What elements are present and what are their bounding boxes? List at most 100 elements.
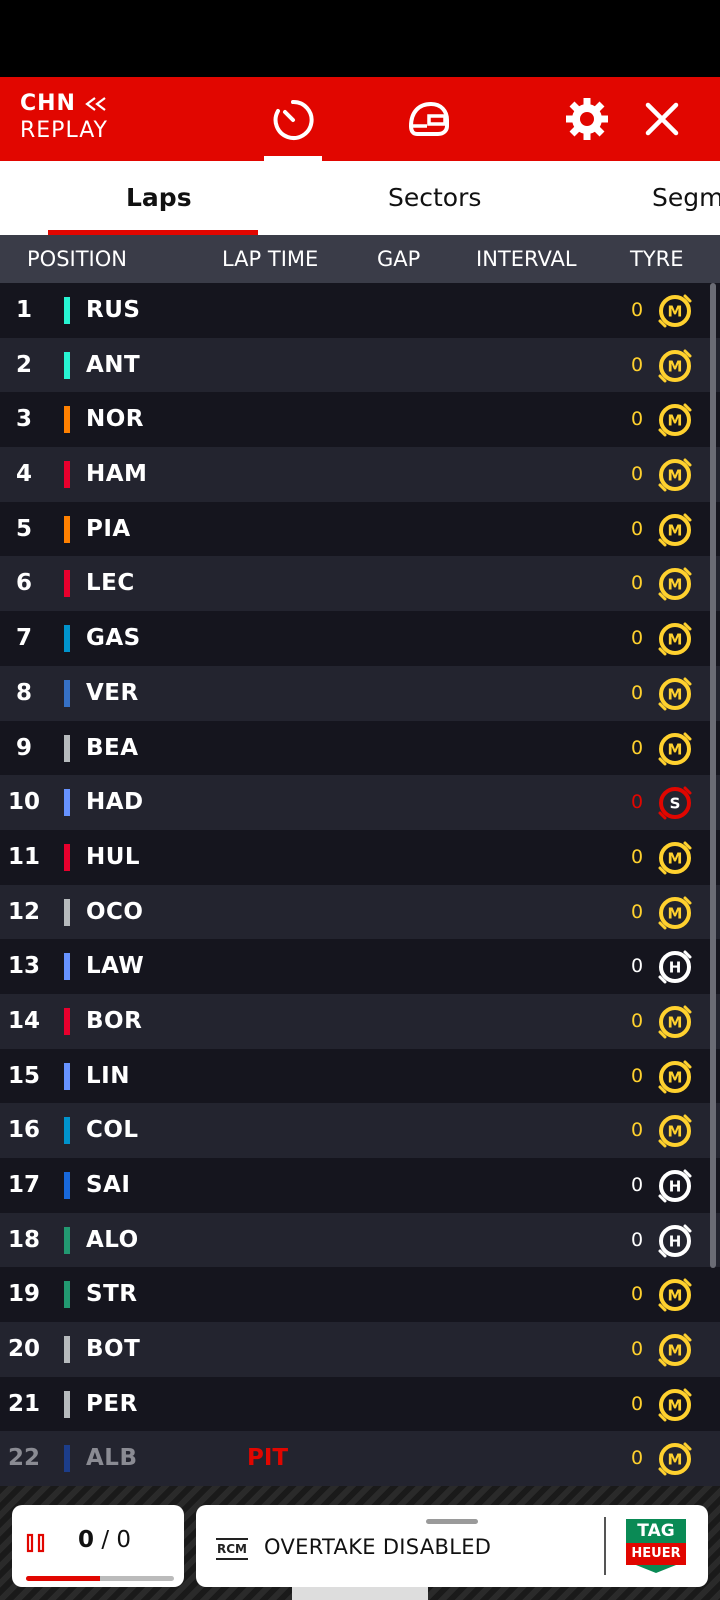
table-row[interactable]: 12 OCO 0 M (0, 884, 720, 940)
team-color-bar (64, 1390, 70, 1418)
position: 14 (7, 1007, 40, 1034)
tyre-icon: M (658, 841, 692, 875)
tab-laps[interactable]: Laps (126, 161, 192, 235)
tyre-compound: M (668, 904, 683, 922)
lap-count: 0 / 0 (78, 1527, 131, 1553)
position: 13 (7, 953, 40, 980)
replay-progress-bar[interactable] (26, 1576, 174, 1581)
table-row[interactable]: 15 LIN 0 M (0, 1048, 720, 1104)
position: 22 (7, 1445, 40, 1472)
scrollbar[interactable] (710, 283, 716, 1268)
tyre-icon: M (658, 513, 692, 547)
tyre-laps: 0 (630, 845, 644, 868)
tyre-icon: S (658, 786, 692, 820)
tyre-laps: 0 (630, 791, 644, 814)
tyre-laps: 0 (630, 517, 644, 540)
position: 12 (7, 898, 40, 925)
table-row[interactable]: 9 BEA 0 M (0, 720, 720, 776)
tyre-icon: M (658, 677, 692, 711)
settings-button[interactable] (563, 95, 611, 143)
replay-progress-fill (26, 1576, 100, 1581)
close-button[interactable] (638, 95, 686, 143)
tab-segments[interactable]: Segm (652, 161, 720, 235)
table-row[interactable]: 7 GAS 0 M (0, 611, 720, 666)
position: 11 (7, 843, 40, 870)
pause-icon[interactable] (26, 1533, 46, 1553)
table-row[interactable]: 22 ALB PIT 0 M (0, 1431, 720, 1487)
tyre-laps: 0 (630, 299, 644, 321)
table-row[interactable]: 17 SAI 0 H (0, 1158, 720, 1213)
table-row[interactable]: 3 NOR 0 M (0, 392, 720, 448)
position: 10 (7, 789, 40, 816)
table-row[interactable]: 2 ANT 0 M (0, 337, 720, 393)
table-row[interactable]: 19 STR 0 M (0, 1267, 720, 1323)
tyre-icon: M (658, 1442, 692, 1476)
tyre-laps: 0 (630, 627, 644, 650)
table-row[interactable]: 4 HAM 0 M (0, 447, 720, 502)
tyre-compound: M (668, 740, 683, 758)
tyre-laps: 0 (630, 1009, 644, 1032)
session-mode: REPLAY (20, 118, 108, 143)
table-row[interactable]: 1 RUS 0 M (0, 283, 720, 338)
table-row[interactable]: 21 PER 0 M (0, 1376, 720, 1432)
home-indicator[interactable] (292, 1587, 428, 1600)
tyre-icon: M (658, 1278, 692, 1312)
drag-handle[interactable] (426, 1519, 478, 1524)
position: 18 (7, 1226, 40, 1253)
driver-code: ANT (86, 351, 141, 378)
status-bar (0, 0, 720, 77)
tyre-compound: M (668, 412, 683, 430)
lap-counter[interactable]: 0 / 0 (12, 1505, 184, 1587)
driver-tracker-button[interactable] (404, 95, 452, 143)
column-position[interactable]: POSITION (27, 235, 127, 283)
team-color-bar (64, 679, 70, 707)
column-gap[interactable]: GAP (377, 235, 420, 283)
timer-button[interactable] (269, 95, 317, 143)
lap-separator: / (101, 1527, 110, 1553)
tab-sectors[interactable]: Sectors (388, 161, 481, 235)
position: 21 (7, 1390, 40, 1417)
tyre-laps: 0 (630, 463, 644, 486)
tyre-compound: M (668, 467, 683, 485)
team-color-bar (64, 351, 70, 379)
tyre-icon: M (658, 567, 692, 601)
table-row[interactable]: 18 ALO 0 H (0, 1212, 720, 1268)
table-row[interactable]: 8 VER 0 M (0, 665, 720, 721)
tyre-laps: 0 (630, 1119, 644, 1142)
team-color-bar (64, 461, 70, 489)
position: 8 (15, 679, 32, 706)
table-row[interactable]: 16 COL 0 M (0, 1103, 720, 1158)
tyre-icon: M (658, 1388, 692, 1422)
position: 6 (15, 570, 32, 597)
driver-code: COL (86, 1117, 139, 1144)
race-control-panel[interactable]: RCM OVERTAKE DISABLED TAG HEUER (196, 1505, 708, 1587)
table-row[interactable]: 5 PIA 0 M (0, 501, 720, 557)
table-row[interactable]: 6 LEC 0 M (0, 556, 720, 612)
driver-code: PIA (86, 515, 131, 542)
tyre-laps: 0 (630, 1338, 644, 1361)
driver-code: HAM (86, 461, 148, 488)
table-row[interactable]: 10 HAD 0 S (0, 775, 720, 830)
driver-code: GAS (86, 625, 141, 652)
driver-code: HAD (86, 789, 144, 816)
team-color-bar (64, 1172, 70, 1199)
session-info[interactable]: CHN REPLAY (20, 91, 108, 143)
table-row[interactable]: 14 BOR 0 M (0, 993, 720, 1049)
team-color-bar (64, 1117, 70, 1145)
column-tyre[interactable]: TYRE (630, 235, 684, 283)
tab-bar: Laps Sectors Segm (0, 161, 720, 235)
tyre-compound: M (668, 303, 683, 321)
table-row[interactable]: 13 LAW 0 H (0, 939, 720, 994)
table-row[interactable]: 11 HUL 0 M (0, 829, 720, 885)
column-interval[interactable]: INTERVAL (476, 235, 577, 283)
tyre-icon: M (658, 1114, 692, 1148)
tyre-laps: 0 (630, 1064, 644, 1087)
table-row[interactable]: 20 BOT 0 M (0, 1322, 720, 1377)
driver-code: STR (86, 1281, 138, 1308)
pit-status: PIT (247, 1445, 289, 1472)
tyre-laps: 0 (630, 736, 644, 759)
column-lap-time[interactable]: LAP TIME (222, 235, 318, 283)
position: 7 (15, 625, 32, 652)
tyre-laps: 0 (630, 1392, 644, 1415)
team-color-bar (64, 789, 70, 817)
